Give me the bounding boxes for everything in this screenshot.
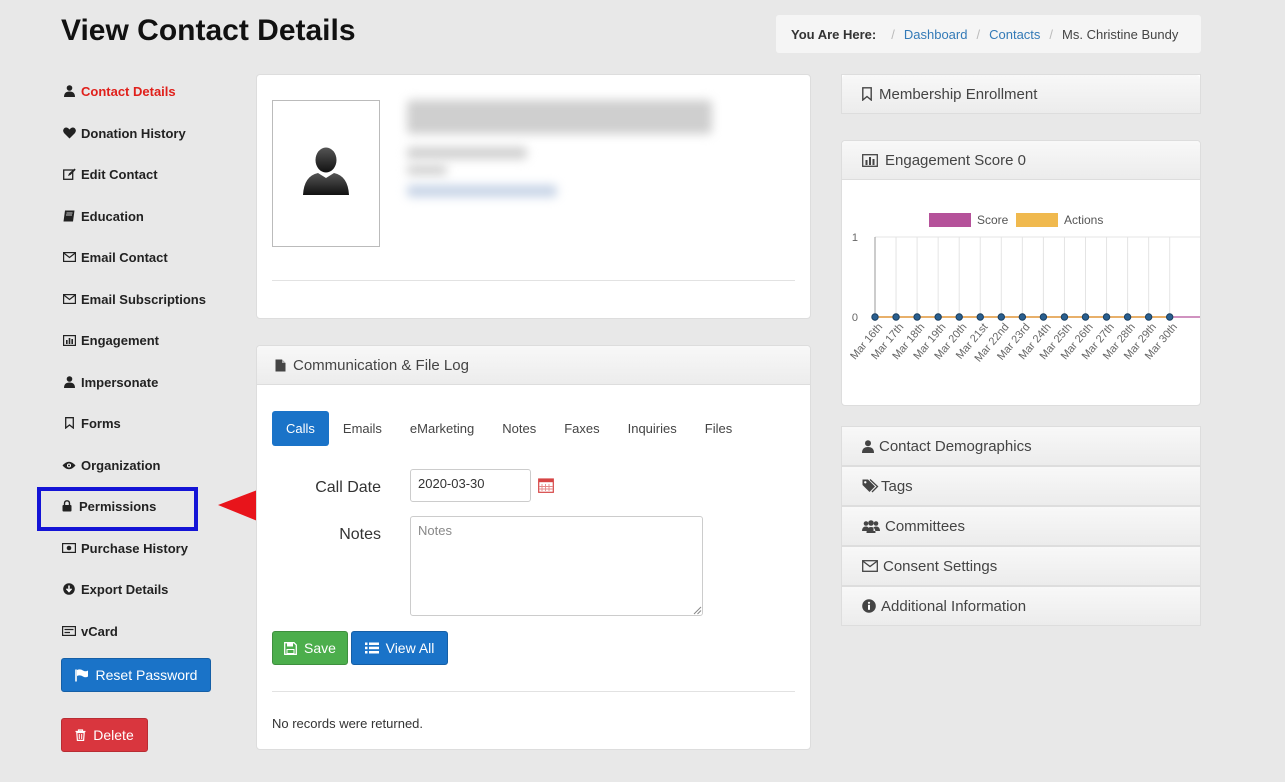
- sidebar-item-organization[interactable]: Organization: [61, 451, 160, 479]
- breadcrumb-current: Ms. Christine Bundy: [1062, 26, 1179, 42]
- data-point: [934, 313, 942, 321]
- user-icon: [862, 439, 874, 453]
- profile-panel: [256, 74, 811, 319]
- consent-settings-section[interactable]: Consent Settings: [841, 546, 1201, 586]
- user-icon: [61, 85, 77, 97]
- sidebar-item-impersonate[interactable]: Impersonate: [61, 368, 158, 396]
- envelope-icon: [862, 560, 878, 572]
- breadcrumb-dashboard-link[interactable]: Dashboard: [904, 27, 968, 42]
- tab-faxes[interactable]: Faxes: [550, 411, 613, 446]
- data-point: [997, 313, 1006, 321]
- communication-log-panel: Communication & File Log Calls Emails eM…: [256, 345, 811, 750]
- info-icon: [862, 599, 876, 613]
- comm-log-tabs: Calls Emails eMarketing Notes Faxes Inqu…: [272, 411, 746, 446]
- envelope-icon: [61, 252, 77, 262]
- sidebar-item-email-subscriptions[interactable]: Email Subscriptions: [61, 285, 206, 313]
- data-point: [1060, 313, 1069, 321]
- redacted-detail: [407, 147, 527, 159]
- tab-notes[interactable]: Notes: [488, 411, 550, 446]
- sidebar-item-education[interactable]: Education: [61, 202, 144, 230]
- money-icon: [61, 543, 77, 553]
- call-date-label: Call Date: [315, 479, 381, 496]
- no-records-message: No records were returned.: [272, 716, 424, 731]
- tab-files[interactable]: Files: [691, 411, 746, 446]
- redacted-name: [407, 100, 712, 134]
- reset-password-button[interactable]: Reset Password: [61, 658, 211, 692]
- data-point: [1039, 313, 1048, 321]
- bar-chart-icon: [61, 334, 77, 346]
- data-point: [1123, 313, 1132, 321]
- sidebar-item-edit-contact[interactable]: Edit Contact: [61, 160, 158, 188]
- additional-information-section[interactable]: Additional Information: [841, 586, 1201, 626]
- save-button[interactable]: Save: [272, 631, 348, 665]
- tab-emarketing[interactable]: eMarketing: [396, 411, 488, 446]
- data-point: [1102, 313, 1111, 321]
- edit-icon: [61, 168, 77, 180]
- page-title: View Contact Details: [61, 14, 356, 47]
- notes-label: Notes: [339, 526, 381, 543]
- tags-icon: [862, 479, 879, 493]
- envelope-icon: [61, 294, 77, 304]
- sidebar-item-purchase-history[interactable]: Purchase History: [61, 534, 188, 562]
- contact-demographics-section[interactable]: Contact Demographics: [841, 426, 1201, 466]
- y-tick-label: 0: [852, 312, 858, 324]
- data-point: [1018, 313, 1027, 321]
- eye-icon: [61, 461, 77, 470]
- y-tick-label: 1: [852, 232, 858, 244]
- view-all-button[interactable]: View All: [351, 631, 448, 665]
- bookmark-icon: [862, 87, 872, 101]
- tab-calls[interactable]: Calls: [272, 411, 329, 446]
- breadcrumb-contacts-link[interactable]: Contacts: [989, 27, 1040, 42]
- breadcrumb-label: You Are Here:: [791, 26, 877, 42]
- redacted-detail: [407, 165, 447, 175]
- redacted-email: [407, 185, 557, 197]
- card-icon: [61, 626, 77, 636]
- tab-inquiries[interactable]: Inquiries: [614, 411, 691, 446]
- user-silhouette-icon: [301, 145, 351, 202]
- file-icon: [275, 359, 286, 372]
- avatar: [272, 100, 380, 247]
- sidebar-item-email-contact[interactable]: Email Contact: [61, 243, 168, 271]
- sidebar-item-donation-history[interactable]: Donation History: [61, 119, 186, 147]
- user-icon: [61, 376, 77, 388]
- data-point: [913, 313, 921, 321]
- users-icon: [862, 519, 880, 533]
- sidebar-item-contact-details[interactable]: Contact Details: [61, 77, 176, 105]
- data-point: [1166, 313, 1174, 321]
- heart-icon: [61, 127, 77, 139]
- floppy-icon: [284, 641, 297, 655]
- committees-section[interactable]: Committees: [841, 506, 1201, 546]
- calendar-icon[interactable]: [538, 477, 554, 498]
- trash-icon: [75, 729, 86, 741]
- data-point: [1144, 313, 1153, 321]
- bar-chart-icon: [862, 153, 878, 167]
- tab-emails[interactable]: Emails: [329, 411, 396, 446]
- breadcrumb: You Are Here: / Dashboard / Contacts / M…: [776, 15, 1201, 53]
- delete-button[interactable]: Delete: [61, 718, 148, 752]
- flag-icon: [74, 668, 89, 682]
- communication-log-header: Communication & File Log: [257, 346, 810, 385]
- sidebar-item-export-details[interactable]: Export Details: [61, 575, 168, 603]
- tags-section[interactable]: Tags: [841, 466, 1201, 506]
- permissions-highlight-box: [37, 487, 198, 531]
- download-icon: [61, 583, 77, 595]
- sidebar-item-vcard[interactable]: vCard: [61, 617, 118, 645]
- data-point: [976, 313, 984, 321]
- sidebar-item-forms[interactable]: Forms: [61, 409, 121, 437]
- data-point: [892, 313, 900, 321]
- sidebar-item-engagement[interactable]: Engagement: [61, 326, 159, 354]
- list-icon: [364, 642, 379, 654]
- resize-handle-icon[interactable]: [693, 606, 702, 615]
- engagement-chart: 01Mar 16thMar 17thMar 18thMar 19thMar 20…: [848, 232, 1200, 365]
- membership-enrollment-panel[interactable]: Membership Enrollment: [841, 74, 1201, 114]
- book-icon: [61, 210, 77, 222]
- data-point: [955, 313, 963, 321]
- call-date-input[interactable]: 2020-03-30: [410, 469, 531, 502]
- bookmark-icon: [61, 417, 77, 429]
- data-point: [1081, 313, 1090, 321]
- notes-textarea[interactable]: Notes: [410, 516, 703, 616]
- data-point: [871, 313, 879, 321]
